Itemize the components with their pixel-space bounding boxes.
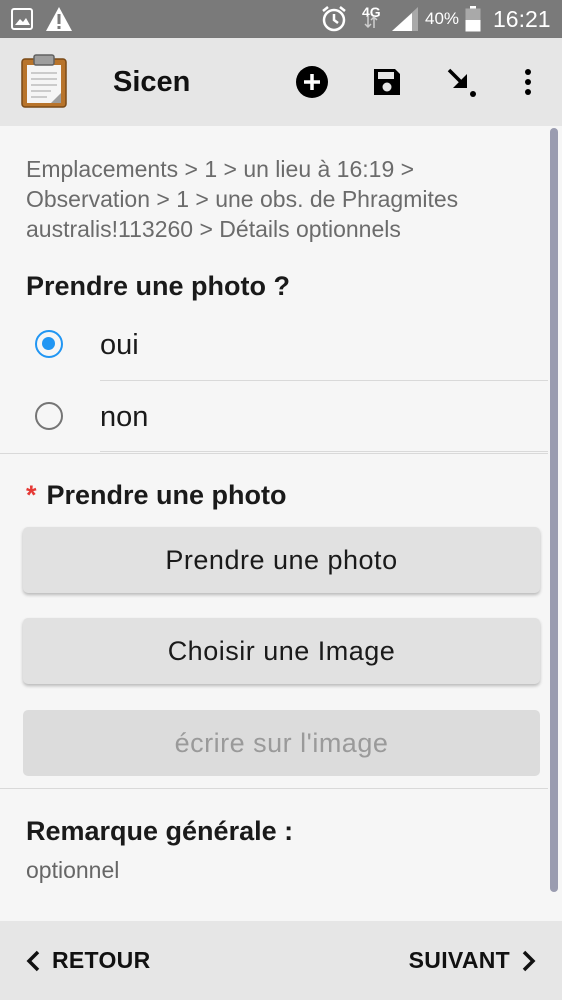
battery-icon: [465, 0, 481, 38]
radio-label-oui: oui: [100, 329, 139, 361]
photo-field-label-text: Prendre une photo: [46, 480, 287, 510]
signal-icon: [391, 0, 419, 38]
section-divider: [0, 788, 548, 789]
radio-selected-icon[interactable]: [35, 330, 63, 358]
overflow-menu-icon[interactable]: [498, 52, 558, 112]
section-divider: [0, 453, 548, 454]
alarm-icon: [320, 0, 348, 38]
battery-percent: 40%: [425, 9, 460, 28]
remark-label: Remarque générale :: [26, 816, 294, 846]
divider: [100, 451, 548, 452]
remark-hint: optionnel: [26, 857, 120, 883]
arrow-down-right-icon[interactable]: [431, 52, 491, 112]
radio-option-oui[interactable]: oui: [0, 310, 548, 380]
radio-label-non: non: [100, 401, 149, 433]
status-time: 16:21: [493, 6, 551, 32]
next-label: SUIVANT: [408, 947, 510, 973]
clipboard-icon: [21, 54, 67, 113]
photo-field-label: * Prendre une photo: [26, 480, 287, 511]
take-photo-button[interactable]: Prendre une photo: [23, 527, 540, 593]
add-circle-icon[interactable]: [282, 52, 342, 112]
save-icon[interactable]: [357, 52, 417, 112]
required-marker: *: [26, 480, 37, 510]
bottom-navigation: RETOUR SUIVANT: [0, 921, 562, 1000]
next-button[interactable]: SUIVANT: [409, 921, 537, 1000]
radio-unselected-icon[interactable]: [35, 402, 63, 430]
scrollbar[interactable]: [550, 128, 558, 892]
back-label: RETOUR: [52, 947, 151, 973]
form-content[interactable]: Emplacements > 1 > un lieu à 16:19 > Obs…: [0, 126, 562, 921]
status-bar: 4G 40% 16:21: [0, 0, 562, 38]
chevron-right-icon: [522, 950, 536, 971]
annotate-image-button: écrire sur l'image: [23, 710, 540, 776]
image-icon: [11, 0, 33, 38]
breadcrumb: Emplacements > 1 > un lieu à 16:19 > Obs…: [26, 156, 459, 242]
app-toolbar: Sicen: [0, 38, 562, 126]
warning-icon: [45, 0, 73, 38]
question-label: Prendre une photo ?: [26, 271, 291, 301]
radio-option-non[interactable]: non: [0, 382, 548, 452]
divider: [100, 380, 548, 381]
chevron-left-icon: [26, 950, 40, 971]
data-arrows-icon: [364, 12, 378, 32]
choose-image-button[interactable]: Choisir une Image: [23, 618, 540, 684]
back-button[interactable]: RETOUR: [25, 921, 151, 1000]
app-title: Sicen: [113, 66, 191, 98]
